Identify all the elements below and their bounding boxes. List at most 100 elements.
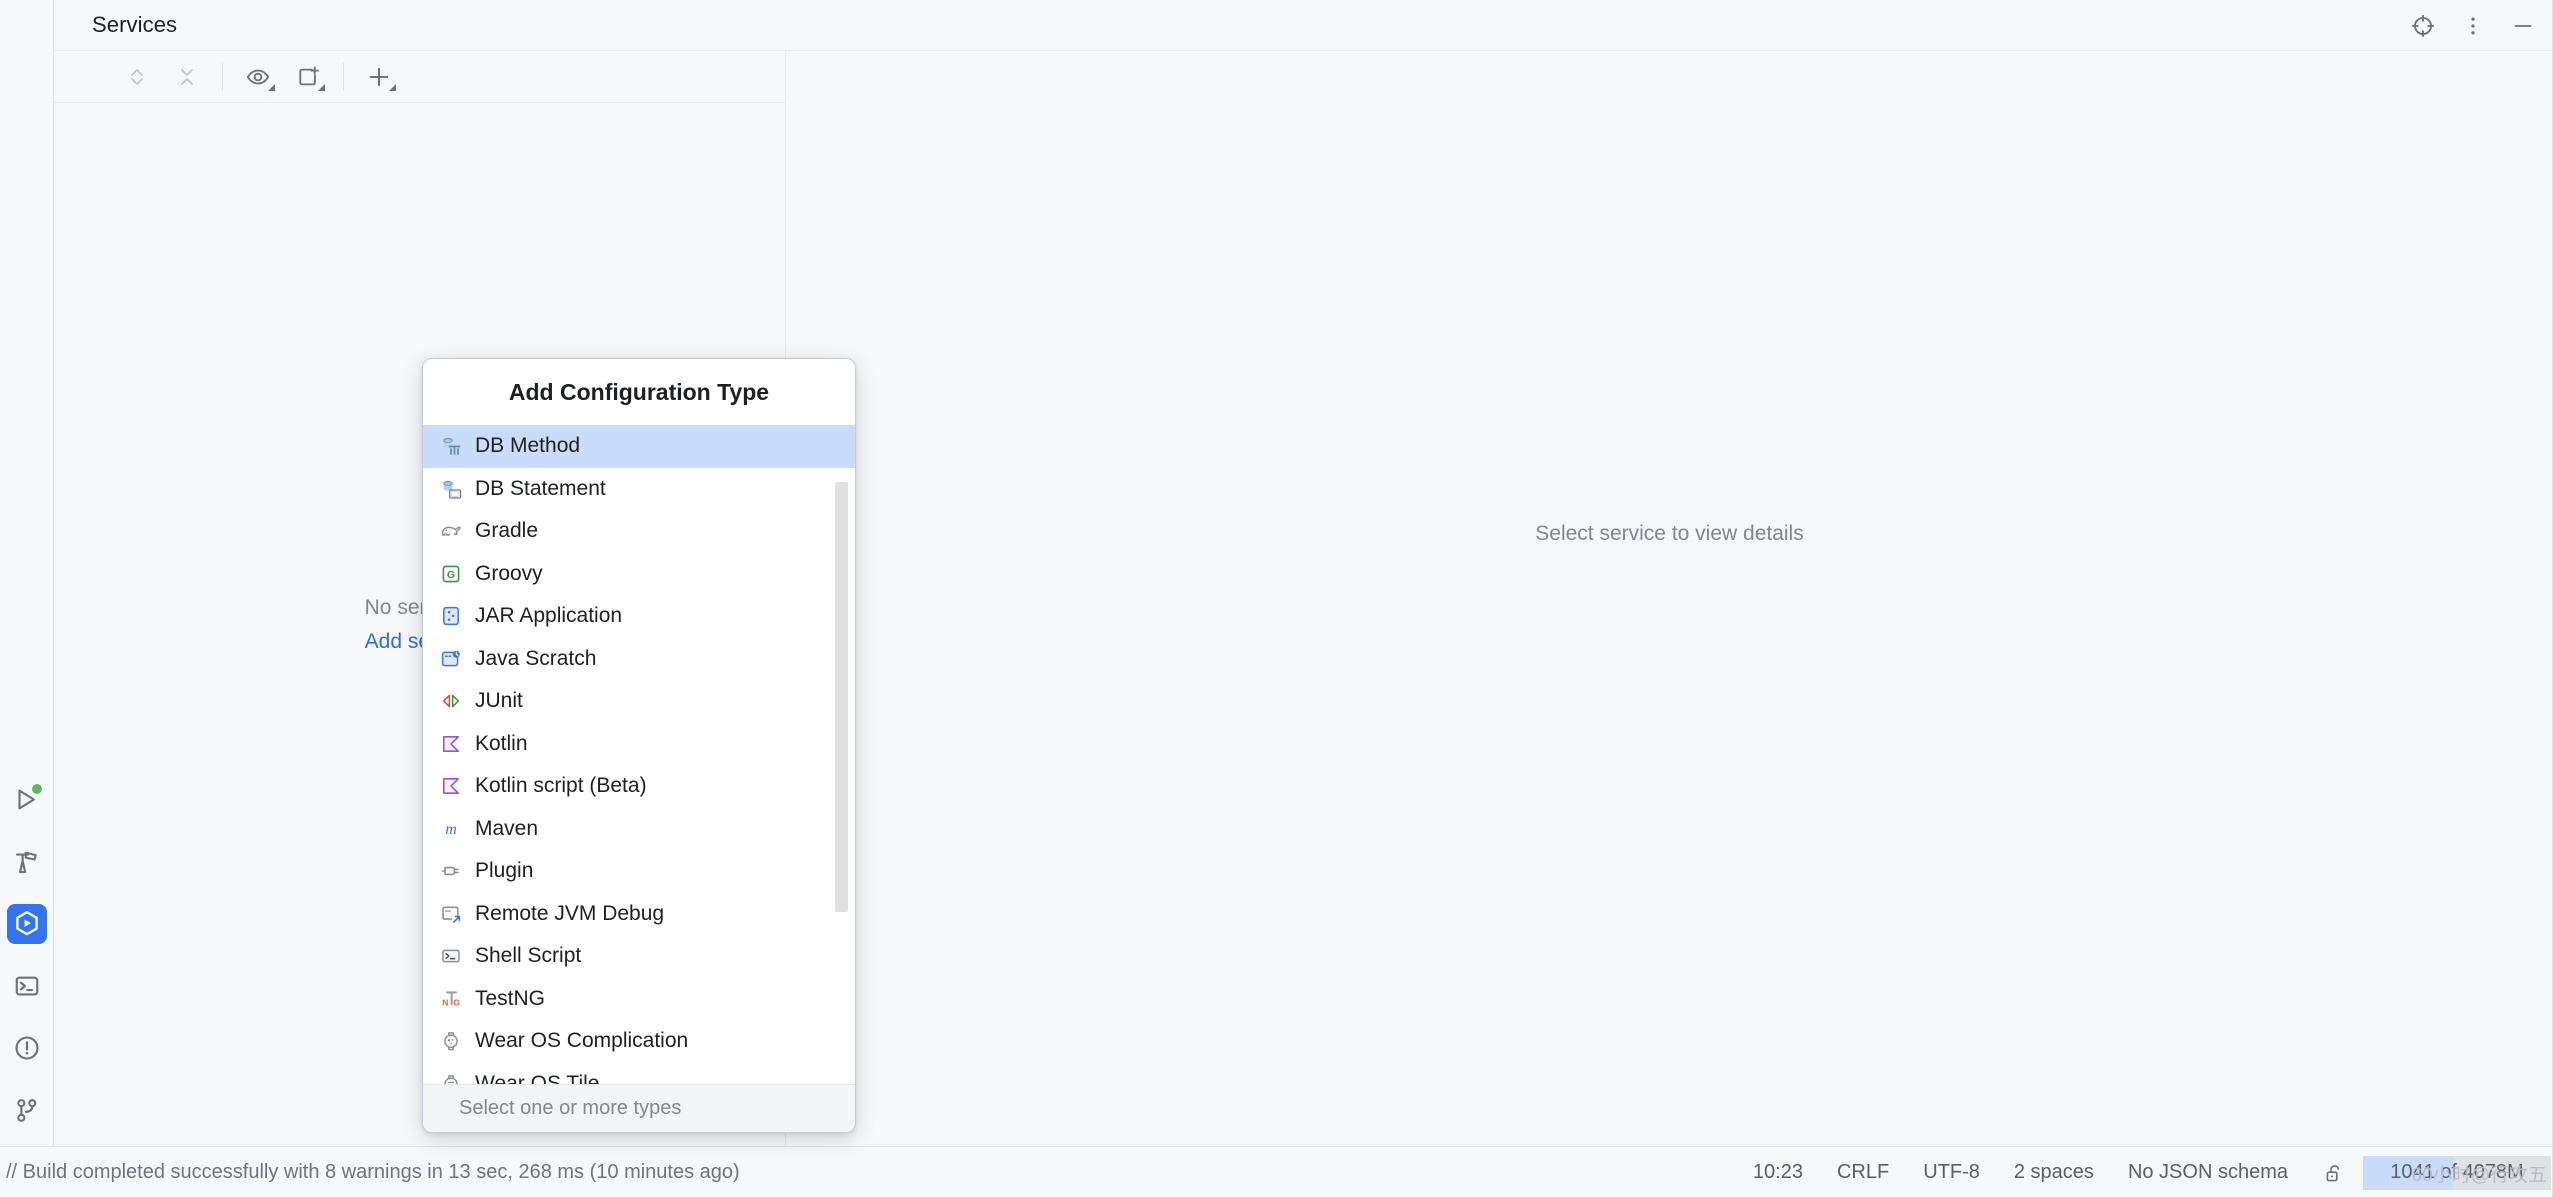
services-detail-panel: Select service to view details bbox=[786, 51, 2553, 1146]
configuration-type-label: Kotlin bbox=[475, 731, 528, 755]
more-vertical-icon bbox=[2471, 16, 2475, 35]
build-hammer-icon bbox=[15, 851, 37, 874]
memory-indicator[interactable]: 1041 of 4078M bbox=[2363, 1155, 2551, 1190]
svg-text:G: G bbox=[447, 569, 455, 581]
minimize-icon bbox=[2514, 24, 2532, 27]
more-options-button[interactable] bbox=[2448, 1, 2498, 51]
app-root: Services No services Add service Select … bbox=[0, 0, 2553, 1197]
expand-collapse-icon bbox=[131, 68, 143, 85]
gradle-elephant-icon bbox=[438, 518, 464, 544]
view-options-button[interactable] bbox=[233, 55, 283, 99]
toolbar-divider-2 bbox=[343, 62, 344, 91]
activity-item-terminal[interactable] bbox=[7, 966, 47, 1006]
maven-icon: m bbox=[438, 816, 464, 842]
kotlin-icon bbox=[438, 731, 464, 757]
target-button[interactable] bbox=[2398, 1, 2448, 51]
popup-footer: Select one or more types bbox=[423, 1084, 855, 1132]
configuration-type-label: Shell Script bbox=[475, 944, 582, 968]
configuration-type-label: Maven bbox=[475, 816, 539, 840]
configuration-type-item[interactable]: N G TestNG bbox=[423, 978, 855, 1021]
chevron-down-icon bbox=[268, 83, 275, 91]
svg-text:N: N bbox=[442, 997, 448, 1007]
configuration-type-item[interactable]: Wear OS Complication bbox=[423, 1020, 855, 1063]
junit-icon bbox=[438, 688, 464, 714]
remote-jvm-debug-icon bbox=[438, 901, 464, 927]
popup-title: Add Configuration Type bbox=[423, 359, 855, 425]
configuration-type-item[interactable]: m Maven bbox=[423, 808, 855, 851]
configuration-type-item[interactable]: G Groovy bbox=[423, 553, 855, 596]
wear-os-complication-icon bbox=[438, 1028, 464, 1054]
status-indent[interactable]: 2 spaces bbox=[1997, 1147, 2111, 1197]
configuration-type-item[interactable]: DB Method bbox=[423, 425, 855, 468]
activity-item-services[interactable] bbox=[7, 904, 47, 944]
status-bar-right: 10:23 CRLF UTF-8 2 spaces No JSON schema… bbox=[1736, 1147, 2553, 1197]
add-configuration-type-popup: Add Configuration Type DB Method DB Stat… bbox=[422, 358, 856, 1133]
configuration-type-item[interactable]: Remote JVM Debug bbox=[423, 893, 855, 936]
collapse-all-button[interactable] bbox=[162, 55, 212, 99]
services-icon bbox=[16, 911, 38, 936]
configuration-type-item[interactable]: Java Scratch bbox=[423, 638, 855, 681]
status-encoding[interactable]: UTF-8 bbox=[1906, 1147, 1997, 1197]
db-statement-icon bbox=[438, 476, 464, 502]
configuration-type-item[interactable]: JAR Application bbox=[423, 595, 855, 638]
version-control-icon bbox=[17, 1099, 37, 1122]
configuration-type-item[interactable]: Plugin bbox=[423, 850, 855, 893]
configuration-type-label: JUnit bbox=[475, 689, 523, 713]
status-readonly-toggle[interactable] bbox=[2305, 1147, 2363, 1197]
configuration-type-label: Wear OS Complication bbox=[475, 1029, 689, 1053]
minimize-button[interactable] bbox=[2498, 1, 2548, 51]
configuration-type-label: DB Statement bbox=[475, 476, 606, 500]
target-icon bbox=[2411, 14, 2435, 37]
configuration-type-label: Groovy bbox=[475, 561, 543, 585]
configuration-type-label: JAR Application bbox=[475, 604, 623, 628]
jar-application-icon bbox=[438, 603, 464, 629]
configuration-type-item[interactable]: Shell Script bbox=[423, 935, 855, 978]
page-title: Services bbox=[92, 12, 178, 37]
popup-scrollbar[interactable] bbox=[835, 482, 848, 912]
add-service-button[interactable] bbox=[354, 55, 404, 99]
collapse-all-icon bbox=[181, 68, 193, 85]
tool-window-header: Services bbox=[54, 0, 2553, 51]
configuration-type-item[interactable]: JUnit bbox=[423, 680, 855, 723]
tool-window-header-actions bbox=[2398, 0, 2553, 51]
configuration-type-label: Kotlin script (Beta) bbox=[475, 774, 647, 798]
expand-collapse-button[interactable] bbox=[112, 55, 162, 99]
status-bar: // Build completed successfully with 8 w… bbox=[0, 1146, 2553, 1197]
terminal-icon bbox=[15, 976, 39, 996]
configuration-type-label: DB Method bbox=[475, 434, 581, 458]
configuration-type-item[interactable]: Gradle bbox=[423, 510, 855, 553]
shell-script-icon bbox=[438, 943, 464, 969]
groovy-icon: G bbox=[438, 561, 464, 587]
configuration-type-rows: DB Method DB Statement Gradle G Groovy J… bbox=[423, 425, 855, 1084]
configuration-type-item[interactable]: Kotlin bbox=[423, 723, 855, 766]
build-status-message[interactable]: // Build completed successfully with 8 w… bbox=[6, 1161, 740, 1184]
services-toolbar bbox=[54, 51, 785, 103]
configuration-type-label: Wear OS Tile bbox=[475, 1071, 600, 1084]
configuration-type-item[interactable]: Wear OS Tile bbox=[423, 1063, 855, 1084]
configuration-type-label: Java Scratch bbox=[475, 646, 597, 670]
activity-item-version-control[interactable] bbox=[7, 1090, 47, 1130]
activity-item-build[interactable] bbox=[7, 842, 47, 882]
unlock-icon bbox=[2326, 1164, 2340, 1181]
configuration-type-item[interactable]: Kotlin script (Beta) bbox=[423, 765, 855, 808]
activity-item-run[interactable] bbox=[7, 780, 47, 820]
chevron-down-icon bbox=[318, 83, 325, 91]
db-method-icon bbox=[438, 433, 464, 459]
configuration-type-label: Gradle bbox=[475, 519, 539, 543]
kotlin-script-icon bbox=[438, 773, 464, 799]
svg-text:G: G bbox=[453, 997, 460, 1007]
testng-icon: N G bbox=[438, 986, 464, 1012]
activity-item-problems[interactable] bbox=[7, 1028, 47, 1068]
status-json-schema[interactable]: No JSON schema bbox=[2111, 1147, 2305, 1197]
status-line-separator[interactable]: CRLF bbox=[1820, 1147, 1906, 1197]
status-time: 10:23 bbox=[1752, 1161, 1803, 1183]
configuration-type-list[interactable]: DB Method DB Statement Gradle G Groovy J… bbox=[423, 425, 855, 1084]
configuration-type-item[interactable]: DB Statement bbox=[423, 468, 855, 511]
plugin-plug-icon bbox=[438, 858, 464, 884]
configuration-type-label: Plugin bbox=[475, 859, 534, 883]
wear-os-tile-icon bbox=[438, 1071, 464, 1084]
open-in-new-tab-button[interactable] bbox=[283, 55, 333, 99]
run-status-badge bbox=[32, 784, 42, 794]
detail-empty-label: Select service to view details bbox=[1535, 521, 1804, 545]
svg-text:m: m bbox=[445, 821, 457, 838]
